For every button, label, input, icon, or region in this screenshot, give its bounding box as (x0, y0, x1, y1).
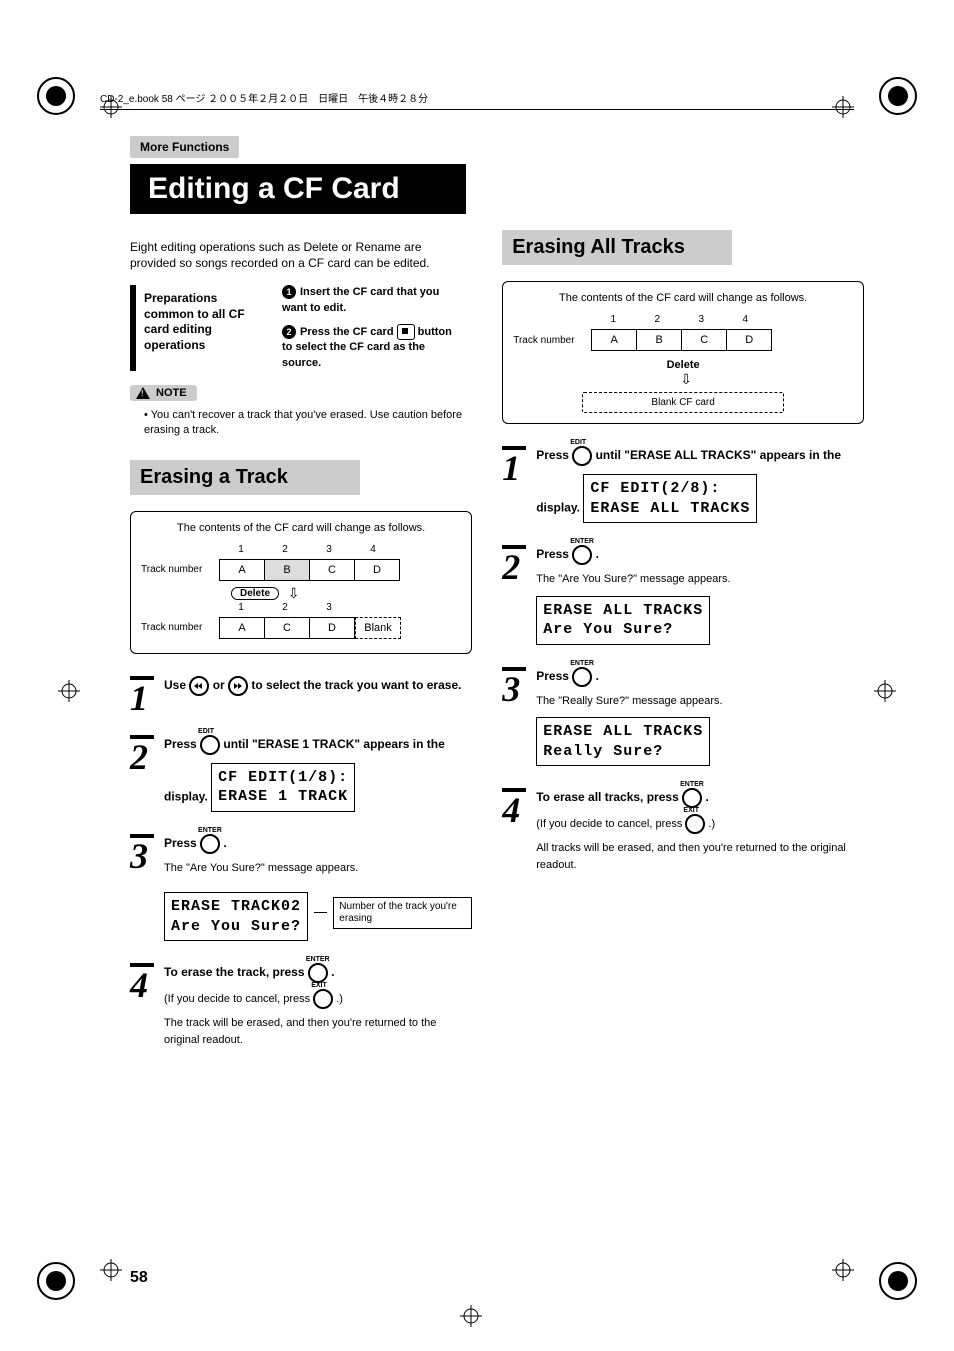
lcd-display: ERASE ALL TRACKS Are You Sure? (536, 596, 710, 645)
enter-button-icon: ENTER (572, 545, 592, 565)
intro-text: Eight editing operations such as Delete … (130, 240, 460, 271)
lcd-display: CF EDIT(2/8): ERASE ALL TRACKS (583, 474, 757, 523)
file-info-text: CD-2_e.book 58 ページ ２００５年２月２０日 日曜日 午後４時２８… (100, 94, 428, 105)
note-tab: NOTE (130, 385, 197, 401)
step-number: 1 (130, 676, 154, 713)
right-step-2: 2 Press ENTER . The "Are You Sure?" mess… (502, 545, 864, 645)
left-step-3: 3 Press ENTER . The "Are You Sure?" mess… (130, 834, 472, 942)
step-number: 2 (502, 545, 526, 582)
section-erase-all: Erasing All Tracks (502, 230, 732, 265)
right-step-1: 1 Press EDIT until "ERASE ALL TRACKS" ap… (502, 446, 864, 523)
delete-pill: Delete (231, 587, 279, 600)
prep-item-2a: Press the CF card (300, 326, 394, 338)
step-number: 1 (502, 446, 526, 483)
right-step-4: 4 To erase all tracks, press ENTER . (If… (502, 788, 864, 873)
page-title: Editing a CF Card (130, 164, 466, 214)
breadcrumb: More Functions (130, 136, 239, 158)
page-number: 58 (130, 1269, 148, 1287)
enter-button-icon: ENTER (200, 834, 220, 854)
callout-box: Number of the track you're erasing (333, 897, 472, 929)
preparations-box: Preparations common to all CF card editi… (130, 285, 460, 371)
left-step-4: 4 To erase the track, press ENTER . (If … (130, 963, 472, 1048)
down-arrow-icon: ⇩ (680, 371, 692, 388)
step-number: 4 (502, 788, 526, 825)
erase-track-diagram: The contents of the CF card will change … (130, 511, 472, 654)
step-number: 3 (502, 667, 526, 704)
lcd-display: ERASE TRACK02 Are You Sure? (164, 892, 308, 941)
enter-button-icon: ENTER (308, 963, 328, 983)
lcd-display: CF EDIT(1/8): ERASE 1 TRACK (211, 763, 355, 812)
blank-card-box: Blank CF card (582, 392, 784, 413)
circled-one-icon: 1 (282, 285, 296, 299)
enter-button-icon: ENTER (572, 667, 592, 687)
step-number: 3 (130, 834, 154, 871)
stop-button-icon (397, 324, 415, 340)
prep-item-1: Insert the CF card that you want to edit… (282, 286, 439, 313)
left-step-2: 2 Press EDIT until "ERASE 1 TRACK" appea… (130, 735, 472, 812)
print-header: CD-2_e.book 58 ページ ２００５年２月２０日 日曜日 午後４時２８… (100, 90, 854, 110)
edit-button-icon: EDIT (200, 735, 220, 755)
next-track-button-icon (228, 676, 248, 696)
note-label: NOTE (156, 387, 187, 399)
enter-button-icon: ENTER (682, 788, 702, 808)
right-step-3: 3 Press ENTER . The "Really Sure?" messa… (502, 667, 864, 767)
erase-all-diagram: The contents of the CF card will change … (502, 281, 864, 424)
down-arrow-icon: ⇩ (288, 585, 300, 602)
left-step-1: 1 Use or to select the track you want to… (130, 676, 472, 713)
preparations-heading: Preparations common to all CF card editi… (130, 285, 272, 371)
note-text: • You can't recover a track that you've … (144, 408, 464, 438)
exit-button-icon: EXIT (313, 989, 333, 1009)
step-number: 2 (130, 735, 154, 772)
section-erase-track: Erasing a Track (130, 460, 360, 495)
exit-button-icon: EXIT (685, 814, 705, 834)
warning-triangle-icon (136, 387, 150, 399)
step-number: 4 (130, 963, 154, 1000)
prev-track-button-icon (189, 676, 209, 696)
lcd-display: ERASE ALL TRACKS Really Sure? (536, 717, 710, 766)
edit-button-icon: EDIT (572, 446, 592, 466)
circled-two-icon: 2 (282, 325, 296, 339)
